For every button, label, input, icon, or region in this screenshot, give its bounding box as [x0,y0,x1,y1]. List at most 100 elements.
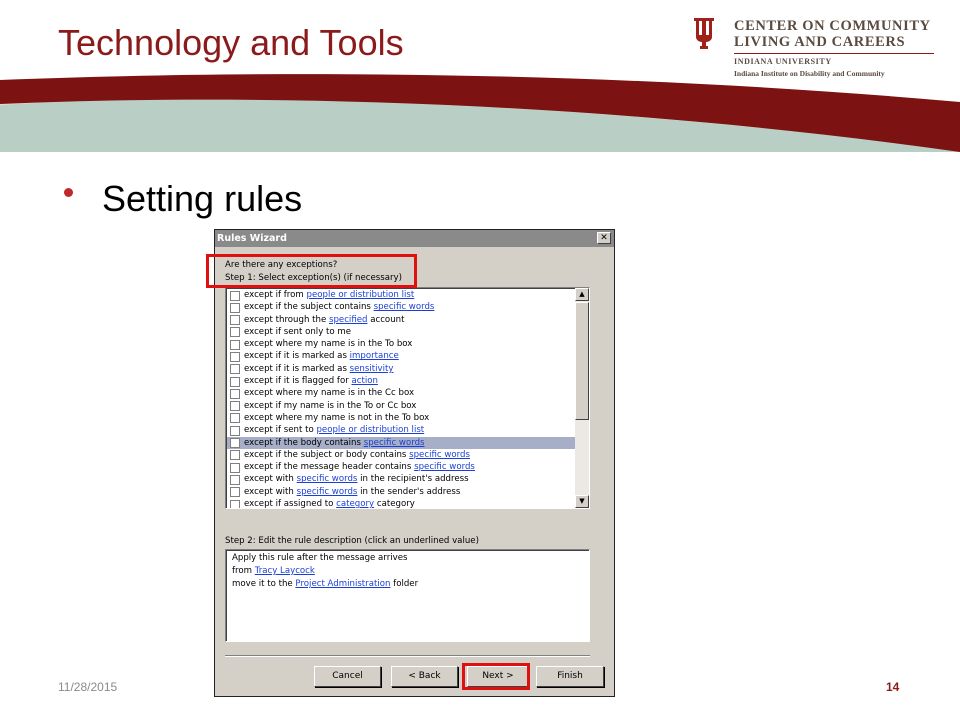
exception-text: except where my name is not in the To bo… [244,412,430,423]
exception-row[interactable]: except if the subject or body contains s… [227,449,575,461]
exception-checkbox[interactable] [230,302,240,313]
exception-link[interactable]: specific words [297,487,358,497]
exception-row[interactable]: except if it is marked as importance [227,350,575,362]
exception-row[interactable]: except if the message header contains sp… [227,461,575,473]
exception-text: except if assigned to [244,499,337,509]
logo-line-2: LIVING AND CAREERS [734,34,906,50]
exception-suffix: account [367,314,405,325]
exception-checkbox[interactable] [230,499,240,508]
exception-text: except if it is flagged for [244,376,352,387]
exception-row[interactable]: except where my name is not in the To bo… [227,412,575,424]
step2-label: Step 2: Edit the rule description (click… [225,536,479,546]
exceptions-list-items: except if from people or distribution li… [227,289,575,509]
exception-text: except with [244,474,297,485]
exception-row[interactable]: except if the body contains specific wor… [227,436,575,449]
finish-button[interactable]: Finish [536,666,604,687]
cancel-button[interactable]: Cancel [314,666,381,687]
desc-line-2: from Tracy Laycock [232,566,315,576]
exception-link[interactable]: specific words [297,474,358,484]
scroll-down-arrow-icon[interactable]: ▼ [575,495,589,508]
exception-row[interactable]: except if assigned to category category [227,498,575,509]
exception-text: except if it is marked as [244,351,350,362]
exception-checkbox[interactable] [230,425,240,436]
exception-text: except if from [244,290,307,300]
scroll-up-arrow-icon[interactable]: ▲ [575,288,589,301]
exception-link[interactable]: people or distribution list [307,290,415,300]
exception-checkbox[interactable] [230,413,240,424]
exception-link[interactable]: specific words [374,302,435,312]
back-button[interactable]: < Back [391,666,458,687]
exception-link[interactable]: action [351,376,377,386]
exceptions-list[interactable]: except if from people or distribution li… [225,287,590,509]
rule-description-box: Apply this rule after the message arrive… [225,549,590,642]
exception-text: except where my name is in the Cc box [244,388,415,399]
exception-checkbox[interactable] [230,364,240,375]
exception-link[interactable]: importance [350,351,399,361]
exception-text: except if the body contains [244,437,364,448]
exception-row[interactable]: except if sent to people or distribution… [227,424,575,436]
exception-checkbox[interactable] [230,315,240,326]
exception-checkbox[interactable] [230,474,240,485]
exception-row[interactable]: except if it is marked as sensitivity [227,363,575,375]
button-separator [225,655,590,657]
exception-text: except if sent to [244,425,317,436]
bullet-text: Setting rules [102,178,303,219]
next-highlight-box [462,663,530,690]
page-number: 14 [886,680,900,694]
logo-line-3: INDIANA UNIVERSITY [734,57,832,66]
close-button[interactable]: ✕ [597,232,611,244]
logo-line-1: CENTER ON COMMUNITY [734,18,931,34]
footer-date: 11/28/2015 [58,680,118,694]
desc-line-3-suffix: folder [390,579,419,589]
exception-row[interactable]: except if it is flagged for action [227,375,575,387]
exception-text: except if it is marked as [244,363,350,374]
exception-checkbox[interactable] [230,487,240,498]
desc-line-2-text: from [232,566,255,576]
exception-checkbox[interactable] [230,290,240,301]
rules-wizard-window: Rules Wizard ✕ Are there any exceptions?… [214,229,615,697]
exception-row[interactable]: except where my name is in the To box [227,338,575,350]
exception-row[interactable]: except through the specified account [227,314,575,326]
window-title: Rules Wizard [217,233,287,244]
iu-trident-icon [694,18,714,49]
desc-line-3-text: move it to the [232,579,296,589]
exception-row[interactable]: except where my name is in the Cc box [227,387,575,399]
window-titlebar[interactable]: Rules Wizard ✕ [215,230,614,247]
exception-link[interactable]: category [336,499,374,508]
exception-suffix: category [374,499,415,509]
exception-checkbox[interactable] [230,450,240,461]
exception-link[interactable]: sensitivity [350,364,394,374]
scroll-thumb[interactable] [575,302,589,420]
exception-checkbox[interactable] [230,339,240,350]
exception-text: except through the [244,314,329,325]
exception-link[interactable]: specified [329,315,368,325]
bullet-dot [64,188,73,197]
exception-checkbox[interactable] [230,327,240,338]
exception-text: except if the subject or body contains [244,449,410,460]
exception-link[interactable]: specific words [409,450,470,460]
exception-row[interactable]: except if the subject contains specific … [227,301,575,313]
exception-row[interactable]: except if my name is in the To or Cc box [227,400,575,412]
exception-checkbox[interactable] [230,351,240,362]
exception-checkbox[interactable] [230,376,240,387]
exception-suffix: in the sender's address [357,486,461,497]
exception-row[interactable]: except with specific words in the recipi… [227,473,575,485]
exception-checkbox[interactable] [230,401,240,412]
exception-row[interactable]: except if sent only to me [227,326,575,338]
logo-divider [734,53,934,54]
exception-checkbox[interactable] [230,462,240,473]
exception-row[interactable]: except with specific words in the sender… [227,486,575,498]
exception-checkbox[interactable] [230,438,240,449]
exception-link[interactable]: specific words [364,438,425,448]
exception-link[interactable]: people or distribution list [316,425,424,435]
desc-line-1: Apply this rule after the message arrive… [232,553,408,563]
sender-link[interactable]: Tracy Laycock [255,566,315,576]
folder-link[interactable]: Project Administration [295,579,390,589]
exception-checkbox[interactable] [230,388,240,399]
exception-text: except where my name is in the To box [244,339,413,350]
exception-link[interactable]: specific words [414,462,475,472]
list-scrollbar[interactable]: ▲ ▼ [575,288,589,508]
step1-highlight-box [206,254,417,288]
exception-text: except if the message header contains [244,462,415,473]
exception-row[interactable]: except if from people or distribution li… [227,289,575,301]
